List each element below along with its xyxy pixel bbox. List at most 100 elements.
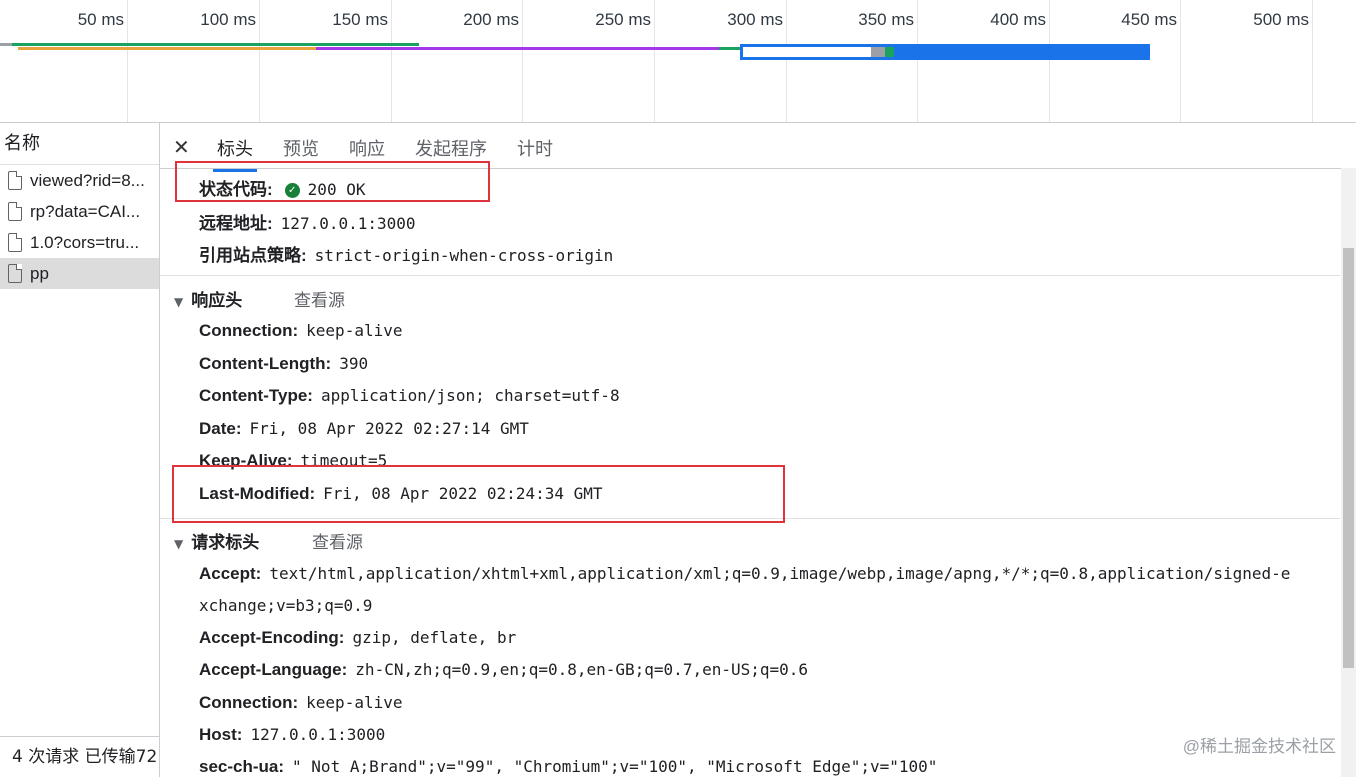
tick-line [1312,0,1313,122]
request-row[interactable]: 1.0?cors=tru... [0,227,159,258]
header-value: 127.0.0.1:3000 [280,214,416,233]
header-value: keep-alive [306,321,403,340]
tick-label: 350 ms [858,10,914,29]
header-value: " Not A;Brand";v="99", "Chromium";v="100… [292,757,938,776]
header-row-continuation: xchange;v=b3;q=0.9 [199,596,372,616]
request-name: rp?data=CAI... [30,202,141,221]
triangle-down-icon: ▼ [174,295,184,309]
header-key: 引用站点策略: [199,246,307,265]
header-key: sec-ch-ua: [199,757,285,776]
header-key: Connection: [199,693,299,712]
close-icon[interactable]: ✕ [173,135,190,159]
header-row: Accept: text/html,application/xhtml+xml,a… [199,564,1290,584]
header-key: Host: [199,725,243,744]
header-value: application/json; charset=utf-8 [320,386,620,405]
tab-preview[interactable]: 预览 [283,135,319,161]
header-row: Connection: keep-alive [199,693,402,713]
header-value: gzip, deflate, br [352,628,517,647]
tab-initiator[interactable]: 发起程序 [415,135,487,161]
vertical-scrollbar[interactable] [1341,168,1356,777]
header-key: Accept-Language: [199,660,348,679]
section-divider [160,275,1340,276]
tick-line [522,0,523,122]
header-row: Content-Length: 390 [199,354,368,374]
request-name: 1.0?cors=tru... [30,233,140,252]
tick-line [259,0,260,122]
highlight-box [172,465,785,523]
header-row: Content-Type: application/json; charset=u… [199,386,620,406]
header-value: strict-origin-when-cross-origin [314,246,614,265]
view-source-link[interactable]: 查看源 [312,528,363,553]
request-row[interactable]: viewed?rid=8... [0,165,159,196]
section-title: 响应头 [191,291,243,311]
document-icon [8,171,22,190]
referrer-policy-row: 引用站点策略: strict-origin-when-cross-origin [199,241,613,266]
highlight-box [175,161,490,202]
timing-bar-selected[interactable] [740,44,1150,60]
header-key: Date: [199,419,242,438]
header-value: keep-alive [306,693,403,712]
tick-label: 100 ms [200,10,256,29]
triangle-down-icon: ▼ [174,537,184,551]
tab-timing[interactable]: 计时 [517,135,553,161]
view-source-link[interactable]: 查看源 [294,286,345,311]
header-row: sec-ch-ua: " Not A;Brand";v="99", "Chromi… [199,757,937,777]
timing-bar [719,47,741,50]
tick-label: 200 ms [463,10,519,29]
watermark: @稀土掘金技术社区 [1182,737,1336,756]
header-value: xchange;v=b3;q=0.9 [199,596,373,615]
tick-line [1180,0,1181,122]
header-key: Connection: [199,321,299,340]
tick-line [1049,0,1050,122]
tick-line [127,0,128,122]
header-key: Content-Length: [199,354,332,373]
header-value: 127.0.0.1:3000 [250,725,386,744]
name-column-header[interactable]: 名称 [0,123,159,165]
header-value: text/html,application/xhtml+xml,applicat… [269,564,1291,583]
header-key: 远程地址: [199,214,273,233]
tick-label: 250 ms [595,10,651,29]
tick-line [786,0,787,122]
request-details-panel: ✕ 标头 预览 响应 发起程序 计时 状态代码: ✓ 200 OK 远程地址: 127… [160,123,1356,777]
tick-label: 500 ms [1253,10,1309,29]
tab-response[interactable]: 响应 [349,135,385,161]
tick-label: 50 ms [77,10,124,29]
request-name: viewed?rid=8... [30,171,145,190]
tick-label: 400 ms [990,10,1046,29]
tick-label: 450 ms [1121,10,1177,29]
header-row: Host: 127.0.0.1:3000 [199,725,385,745]
header-key: Accept-Encoding: [199,628,345,647]
request-list: 名称 viewed?rid=8... rp?data=CAI... 1.0?co… [0,123,160,777]
tick-line [391,0,392,122]
request-row-selected[interactable]: pp [0,258,159,289]
tab-headers[interactable]: 标头 [213,135,257,172]
document-icon [8,233,22,252]
header-row: Accept-Language: zh-CN,zh;q=0.9,en;q=0.8,… [199,660,808,680]
document-icon [8,264,22,283]
section-title: 请求标头 [191,533,260,553]
tick-label: 300 ms [727,10,783,29]
timing-bar [12,43,419,46]
header-key: Accept: [199,564,262,583]
header-row: Accept-Encoding: gzip, deflate, br [199,628,516,648]
request-headers-toggle[interactable]: ▼ 请求标头 [174,528,259,553]
status-summary: 4 次请求 已传输72 [0,736,159,777]
remote-address-row: 远程地址: 127.0.0.1:3000 [199,209,416,234]
timing-bar [316,47,719,50]
tick-label: 150 ms [332,10,388,29]
header-key: Content-Type: [199,386,313,405]
response-headers-toggle[interactable]: ▼ 响应头 [174,286,242,311]
request-name: pp [30,264,49,283]
request-row[interactable]: rp?data=CAI... [0,196,159,227]
timing-bar [18,47,316,50]
header-row: Date: Fri, 08 Apr 2022 02:27:14 GMT [199,419,529,439]
header-value: zh-CN,zh;q=0.9,en;q=0.8,en-GB;q=0.7,en-U… [355,660,809,679]
header-value: 390 [339,354,369,373]
timing-bar [0,43,12,46]
header-row: Connection: keep-alive [199,321,402,341]
tick-line [917,0,918,122]
waterfall-timeline: 50 ms 100 ms 150 ms 200 ms 250 ms 300 ms… [0,0,1356,123]
scrollbar-thumb[interactable] [1343,248,1354,668]
document-icon [8,202,22,221]
tick-line [654,0,655,122]
